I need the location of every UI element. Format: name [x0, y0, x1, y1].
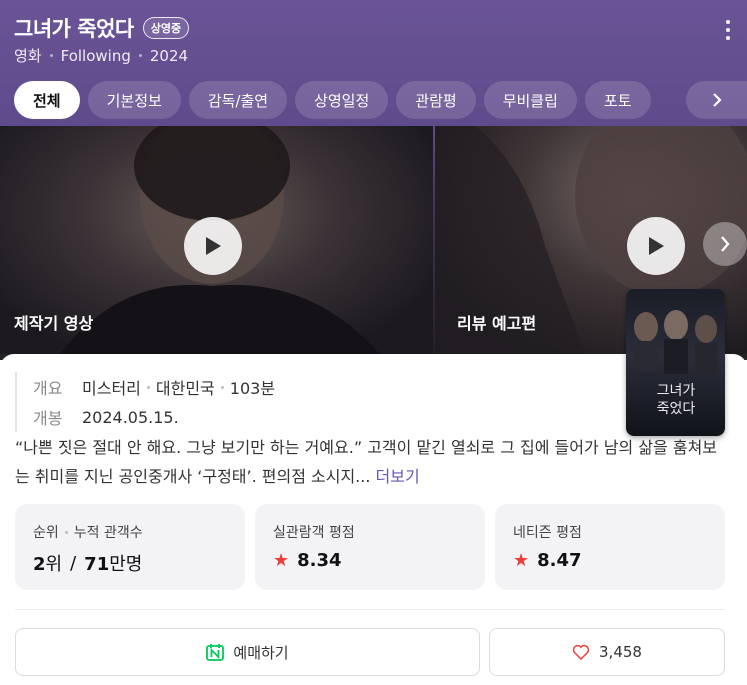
release-row: 개봉 2024.05.15.: [33, 402, 275, 432]
video-title: 제작기 영상: [14, 314, 94, 333]
separator-dot: [146, 385, 150, 389]
meta-year: 2024: [149, 46, 189, 65]
book-button-label: 예매하기: [233, 643, 289, 662]
like-count: 3,458: [599, 643, 642, 661]
book-button[interactable]: 예매하기: [15, 628, 480, 676]
like-button[interactable]: 3,458: [489, 628, 725, 676]
runtime-value: 103분: [229, 379, 276, 398]
rank-unit: 위: [45, 554, 63, 575]
synopsis-text: “나쁜 짓은 절대 안 해요. 그냥 보기만 하는 거예요.” 고객이 맡긴 열…: [15, 438, 718, 486]
page-title: 그녀가 죽었다: [14, 17, 134, 41]
tab-basic-info[interactable]: 기본정보: [87, 81, 181, 119]
separator-dot: [138, 54, 142, 57]
netizen-rating-label: 네티즌 평점: [513, 525, 582, 541]
overview-row: 개요 미스터리 대한민국 103분: [33, 372, 275, 402]
title-row: 그녀가 죽었다 상영중: [14, 13, 190, 43]
movie-poster[interactable]: 그녀가 죽었다: [626, 289, 725, 436]
poster-title-line: 죽었다: [657, 401, 696, 417]
poster-image: 그녀가 죽었다: [634, 310, 717, 417]
tab-scroll-right-button[interactable]: [686, 81, 747, 119]
video-card-making[interactable]: 제작기 영상: [0, 126, 433, 354]
tab-photos[interactable]: 포토: [584, 81, 651, 119]
release-date-value: 2024.05.15.: [82, 407, 179, 427]
audience-unit: 만명: [109, 554, 143, 575]
meta-type: 영화: [14, 47, 42, 65]
play-button[interactable]: [627, 217, 685, 275]
star-icon: ★: [273, 550, 290, 571]
naver-calendar-icon: [206, 644, 225, 661]
play-icon: [649, 237, 664, 255]
tab-movie-clips[interactable]: 무비클립: [483, 81, 577, 119]
release-label: 개봉: [33, 409, 63, 428]
country-value: 대한민국: [155, 379, 215, 398]
slash-separator: /: [70, 552, 77, 574]
synopsis: “나쁜 짓은 절대 안 해요. 그냥 보기만 하는 거예요.” 고객이 맡긴 열…: [15, 433, 730, 491]
movie-meta: 영화 Following 2024: [14, 45, 188, 66]
rank-card[interactable]: 순위 누적 관객수 2위 / 71만명: [15, 504, 245, 590]
play-icon: [206, 237, 221, 255]
status-badge: 상영중: [142, 17, 190, 39]
audience-value: 71: [84, 554, 110, 575]
rank-label: 순위: [33, 525, 59, 541]
genre-value: 미스터리: [82, 379, 141, 398]
overview-info: 개요 미스터리 대한민국 103분 개봉 2024.05.15.: [15, 372, 275, 432]
separator-dot: [49, 54, 53, 57]
divider: [15, 609, 725, 610]
stats-row: 순위 누적 관객수 2위 / 71만명 실관람객 평점 ★ 8.34 네티즌 평…: [15, 504, 725, 590]
heart-icon: [572, 644, 590, 660]
tab-cast[interactable]: 감독/출연: [188, 81, 288, 119]
video-title: 리뷰 예고편: [457, 314, 537, 333]
meta-english-title: Following: [60, 46, 131, 65]
audience-label: 누적 관객수: [73, 525, 143, 541]
netizen-rating-card[interactable]: 네티즌 평점 ★ 8.47: [495, 504, 725, 590]
tab-reviews[interactable]: 관람평: [396, 81, 476, 119]
video-carousel-next-button[interactable]: [703, 222, 747, 266]
more-options-icon[interactable]: [725, 20, 731, 40]
audience-rating-value: 8.34: [297, 550, 342, 571]
chevron-right-icon: [712, 93, 722, 107]
separator-dot: [64, 530, 68, 534]
tab-all[interactable]: 전체: [14, 81, 80, 119]
star-icon: ★: [513, 550, 530, 571]
audience-rating-card[interactable]: 실관람객 평점 ★ 8.34: [255, 504, 485, 590]
play-button[interactable]: [184, 217, 242, 275]
netizen-rating-value: 8.47: [537, 550, 582, 571]
tab-schedule[interactable]: 상영일정: [295, 81, 389, 119]
separator-dot: [220, 385, 224, 389]
overview-label: 개요: [33, 379, 63, 398]
tab-bar: 전체 기본정보 감독/출연 상영일정 관람평 무비클립 포토: [14, 81, 651, 119]
more-link[interactable]: 더보기: [376, 467, 420, 486]
chevron-right-icon: [721, 236, 730, 252]
audience-rating-label: 실관람객 평점: [273, 525, 355, 541]
poster-title-line: 그녀가: [657, 383, 696, 399]
rank-value: 2: [33, 554, 46, 575]
